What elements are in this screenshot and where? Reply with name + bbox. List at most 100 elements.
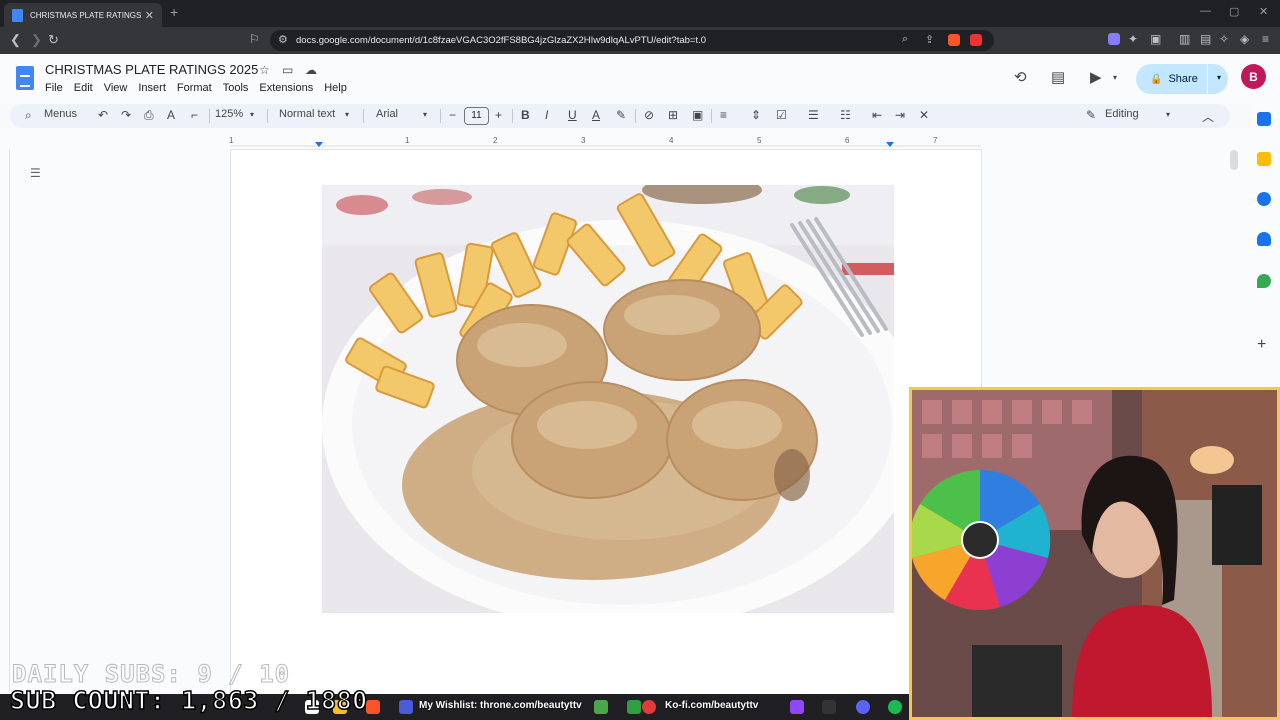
editing-mode-select[interactable]: Editing (1105, 108, 1139, 120)
bulleted-list-icon[interactable]: ☰ (808, 108, 819, 122)
contacts-icon[interactable] (1257, 232, 1271, 246)
menu-view[interactable]: View (104, 82, 128, 94)
search-menus-icon[interactable]: ⌕ (25, 108, 32, 123)
document-scrollbar[interactable] (1230, 150, 1238, 170)
underline-icon[interactable]: U (568, 108, 577, 122)
star-icon[interactable]: ☆ (259, 63, 270, 77)
share-button[interactable]: 🔒 Share ▾ (1136, 64, 1228, 94)
brave-rewards-icon[interactable] (970, 34, 982, 46)
share-dropdown-icon[interactable]: ▾ (1217, 73, 1221, 82)
line-spacing-icon[interactable]: ⇕ (751, 108, 761, 122)
insert-image-icon[interactable]: ▣ (692, 108, 703, 122)
keep-icon[interactable] (1257, 152, 1271, 166)
meet-dropdown-icon[interactable]: ▾ (1113, 73, 1117, 82)
menu-insert[interactable]: Insert (138, 82, 166, 94)
comments-icon[interactable]: ▤ (1051, 68, 1065, 86)
browser-menu-icon[interactable]: ≡ (1262, 32, 1269, 46)
get-addons-icon[interactable]: + (1257, 336, 1266, 354)
redo-icon[interactable]: ↷ (121, 108, 131, 122)
version-history-icon[interactable]: ⟲ (1014, 68, 1027, 86)
font-select[interactable]: Arial (376, 108, 398, 120)
clear-formatting-icon[interactable]: ✕ (919, 108, 929, 122)
vertical-ruler (0, 150, 10, 690)
reload-icon[interactable]: ↻ (48, 32, 59, 48)
leo-icon[interactable]: ✧ (1219, 32, 1229, 46)
spellcheck-icon[interactable]: A (167, 108, 175, 122)
discord-icon[interactable] (856, 700, 870, 714)
taskbar-app-icon[interactable] (594, 700, 608, 714)
increase-indent-icon[interactable]: ⇥ (895, 108, 905, 122)
docs-header: CHRISTMAS PLATE RATINGS 2025 ☆ ▭ ☁ File … (0, 54, 1280, 104)
bookmark-icon[interactable]: ⚐ (249, 32, 260, 46)
brave-shield-icon[interactable] (948, 34, 960, 46)
align-icon[interactable]: ≡ (720, 108, 727, 122)
minimize-icon[interactable]: — (1200, 5, 1211, 17)
numbered-list-icon[interactable]: ☷ (840, 108, 851, 122)
style-dropdown-icon[interactable]: ▾ (345, 110, 349, 119)
menu-tools[interactable]: Tools (223, 82, 249, 94)
taskbar-app-icon[interactable] (627, 700, 641, 714)
address-bar[interactable]: ⚙ docs.google.com/document/d/1c8fzaeVGAC… (270, 30, 994, 51)
extension-icon[interactable] (1108, 33, 1120, 45)
document-outline-icon[interactable]: ☰ (30, 166, 41, 180)
link-icon[interactable]: ⊘ (644, 108, 654, 122)
vpn-icon[interactable]: ◈ (1240, 32, 1249, 46)
print-icon[interactable]: ⎙ (144, 108, 154, 123)
sidebar-icon[interactable]: ▥ (1179, 32, 1190, 46)
document-title[interactable]: CHRISTMAS PLATE RATINGS 2025 (45, 62, 258, 77)
new-tab-icon[interactable]: + (170, 4, 178, 20)
taskbar-app-icon[interactable] (399, 700, 413, 714)
twitch-icon[interactable] (790, 700, 804, 714)
highlight-icon[interactable]: ✎ (616, 108, 626, 122)
paint-format-icon[interactable]: ⌐ (191, 108, 198, 122)
italic-icon[interactable]: I (545, 108, 548, 122)
decrease-font-icon[interactable]: − (449, 108, 456, 122)
menu-edit[interactable]: Edit (74, 82, 93, 94)
meet-icon[interactable]: ▶ (1090, 68, 1102, 86)
menu-file[interactable]: File (45, 82, 63, 94)
menu-extensions[interactable]: Extensions (259, 82, 313, 94)
menu-format[interactable]: Format (177, 82, 212, 94)
maps-icon[interactable] (1257, 274, 1271, 288)
kofi-icon (642, 700, 656, 714)
font-dropdown-icon[interactable]: ▾ (423, 110, 427, 119)
font-size-input[interactable]: 11 (464, 107, 489, 125)
move-folder-icon[interactable]: ▭ (282, 63, 293, 77)
hide-menus-icon[interactable]: ︿ (1202, 108, 1214, 125)
tasks-icon[interactable] (1257, 192, 1271, 206)
plate-photo[interactable] (322, 185, 894, 613)
avatar[interactable]: B (1241, 64, 1266, 89)
undo-icon[interactable]: ↶ (98, 108, 108, 122)
kofi-label: Ko-fi.com/beautyttv (665, 700, 759, 711)
wallet-icon[interactable]: ▤ (1200, 32, 1211, 46)
bold-icon[interactable]: B (521, 108, 530, 122)
zoom-icon[interactable]: ⌕ (902, 33, 908, 46)
add-comment-icon[interactable]: ⊞ (668, 108, 678, 122)
spotify-icon[interactable] (888, 700, 902, 714)
forward-icon[interactable]: ❯ (31, 32, 42, 48)
taskbar-app-icon[interactable] (822, 700, 836, 714)
mode-dropdown-icon[interactable]: ▾ (1166, 110, 1170, 119)
share-page-icon[interactable]: ⇪ (925, 33, 934, 46)
text-color-icon[interactable]: A (592, 108, 600, 122)
checklist-icon[interactable]: ☑ (776, 108, 787, 122)
site-info-icon[interactable]: ⚙ (278, 33, 288, 46)
maximize-icon[interactable]: ▢ (1229, 5, 1239, 18)
docs-logo-icon[interactable] (16, 66, 34, 90)
extensions-puzzle-icon[interactable]: ✦ (1128, 32, 1138, 46)
screenshot-icon[interactable]: ▣ (1150, 32, 1161, 46)
brave-icon[interactable] (366, 700, 380, 714)
back-icon[interactable]: ❮ (10, 32, 21, 48)
calendar-icon[interactable] (1257, 112, 1271, 126)
decrease-indent-icon[interactable]: ⇤ (872, 108, 882, 122)
close-tab-icon[interactable]: ✕ (145, 9, 154, 22)
menu-help[interactable]: Help (324, 82, 347, 94)
style-select[interactable]: Normal text (279, 108, 335, 120)
zoom-dropdown-icon[interactable]: ▾ (250, 110, 254, 119)
close-window-icon[interactable]: ✕ (1259, 5, 1268, 18)
browser-tab[interactable]: CHRISTMAS PLATE RATINGS 20... ✕ (4, 3, 162, 27)
editing-pencil-icon[interactable]: ✎ (1086, 108, 1096, 122)
zoom-select[interactable]: 125% (215, 108, 243, 120)
menus-search-label[interactable]: Menus (44, 108, 77, 120)
increase-font-icon[interactable]: + (495, 108, 502, 122)
